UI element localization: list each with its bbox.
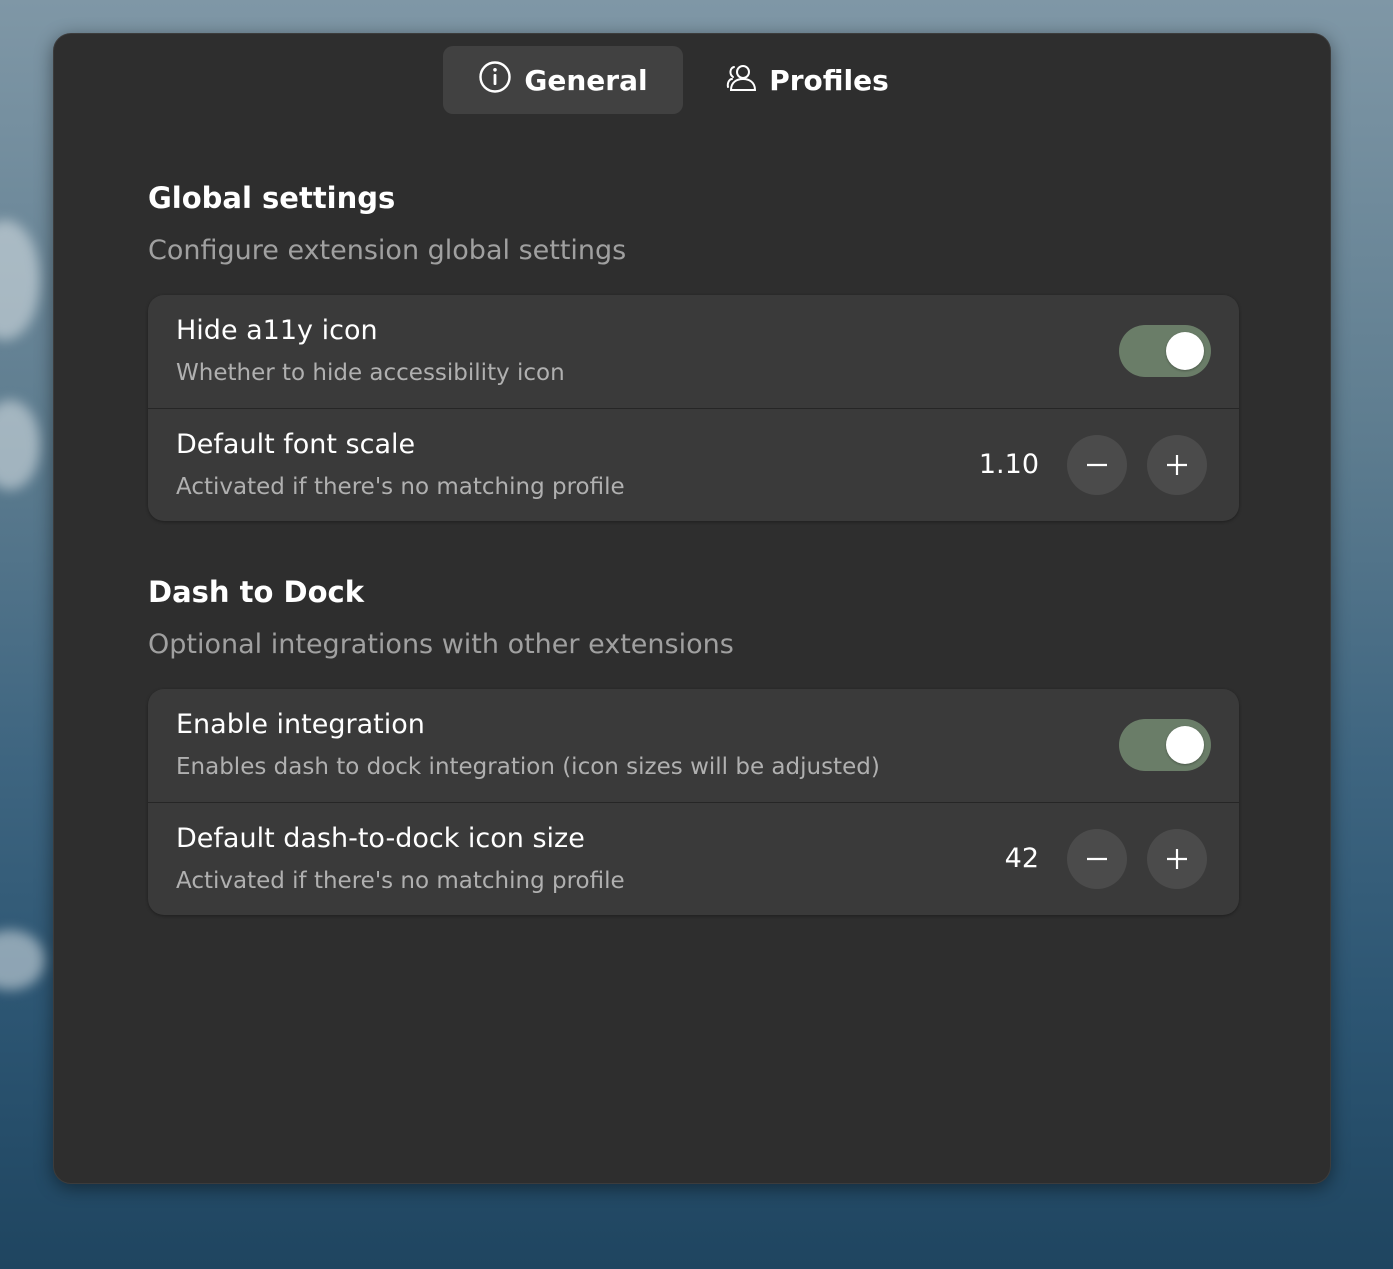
preferences-window: General Profiles Global settings Configu… [53,33,1331,1184]
view-switcher: General Profiles [443,46,921,114]
switch-knob [1166,332,1204,370]
minus-icon [1087,463,1107,467]
tab-general[interactable]: General [443,46,683,114]
hide-a11y-icon-row[interactable]: Hide a11y icon Whether to hide accessibi… [148,295,1239,408]
tab-profiles[interactable]: Profiles [691,46,921,114]
dock-icon-size-increment-button[interactable] [1147,829,1207,889]
font-scale-decrement-button[interactable] [1067,435,1127,495]
enable-integration-switch[interactable] [1119,719,1211,771]
hide-a11y-icon-title: Hide a11y icon [176,315,378,346]
enable-integration-subtitle: Enables dash to dock integration (icon s… [176,754,880,780]
wallpaper-cloud [0,930,45,990]
dock-icon-size-value[interactable]: 42 [1005,841,1039,877]
dash-to-dock-group: Dash to Dock Optional integrations with … [148,572,1239,915]
enable-integration-row[interactable]: Enable integration Enables dash to dock … [148,689,1239,802]
default-font-scale-title: Default font scale [176,429,416,460]
dash-to-dock-card: Enable integration Enables dash to dock … [148,689,1239,915]
global-settings-subtitle: Configure extension global settings [148,235,627,266]
user-icon [723,60,757,101]
plus-icon [1167,849,1187,869]
info-icon [478,60,512,101]
global-settings-title: Global settings [148,181,396,215]
enable-integration-title: Enable integration [176,709,425,740]
default-font-scale-subtitle: Activated if there's no matching profile [176,474,625,500]
tab-general-label: General [524,63,648,97]
dash-to-dock-title: Dash to Dock [148,575,364,609]
minus-icon [1087,857,1107,861]
font-scale-value[interactable]: 1.10 [979,447,1039,483]
switch-knob [1166,726,1204,764]
global-settings-card: Hide a11y icon Whether to hide accessibi… [148,295,1239,521]
font-scale-increment-button[interactable] [1147,435,1207,495]
dash-to-dock-subtitle: Optional integrations with other extensi… [148,629,734,660]
plus-icon [1167,455,1187,475]
hide-a11y-icon-subtitle: Whether to hide accessibility icon [176,360,565,386]
default-font-scale-row: Default font scale Activated if there's … [148,408,1239,521]
tab-profiles-label: Profiles [769,63,889,97]
wallpaper-cloud [0,400,40,490]
global-settings-group: Global settings Configure extension glob… [148,178,1239,521]
dock-icon-size-title: Default dash-to-dock icon size [176,823,585,854]
dock-icon-size-row: Default dash-to-dock icon size Activated… [148,802,1239,915]
dock-icon-size-subtitle: Activated if there's no matching profile [176,868,625,894]
wallpaper-cloud [0,220,40,340]
dock-icon-size-decrement-button[interactable] [1067,829,1127,889]
hide-a11y-icon-switch[interactable] [1119,325,1211,377]
